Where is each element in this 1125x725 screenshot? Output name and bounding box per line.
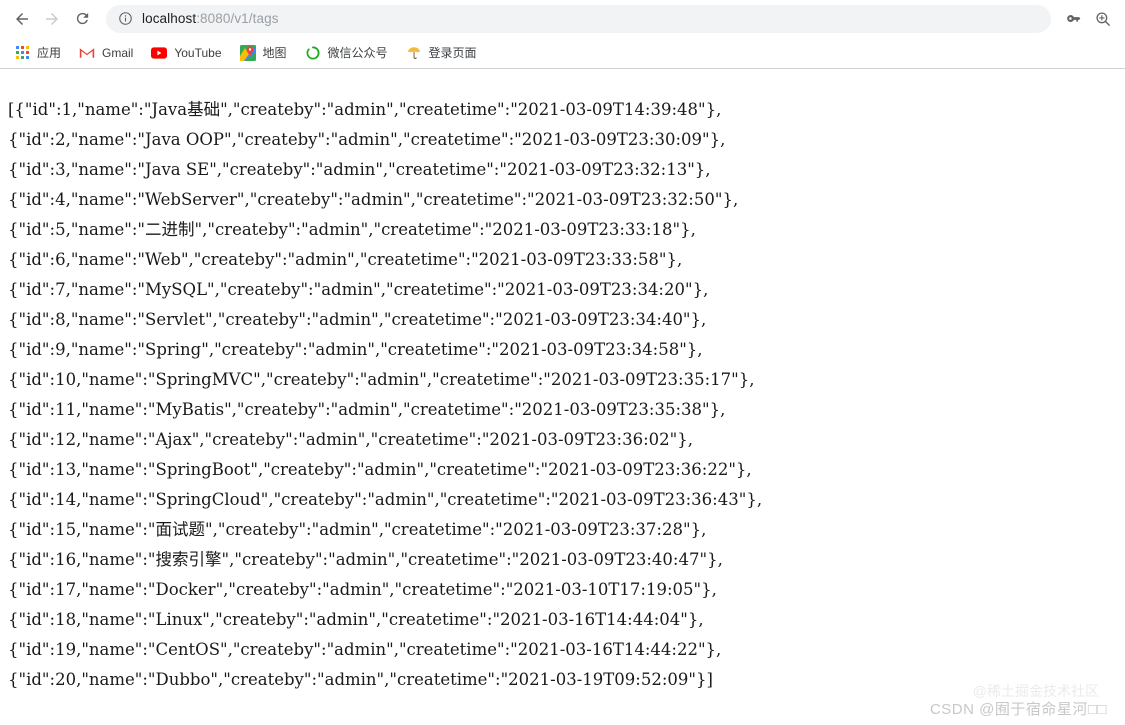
json-line: {"id":12,"name":"Ajax","createby":"admin… [8,430,693,449]
json-line: {"id":7,"name":"MySQL","createby":"admin… [8,280,709,299]
bookmark-login-page[interactable]: 登录页面 [398,41,485,65]
json-line: {"id":3,"name":"Java SE","createby":"adm… [8,160,711,179]
json-line: {"id":15,"name":"面试题","createby":"admin"… [8,520,707,539]
browser-chrome: localhost:8080/v1/tags 应用 Gmail YouTube … [0,0,1125,69]
json-line: {"id":8,"name":"Servlet","createby":"adm… [8,310,707,329]
zoom-in-icon[interactable] [1089,5,1117,33]
password-key-icon[interactable] [1059,5,1087,33]
bookmark-label: 地图 [262,46,287,60]
gmail-icon [79,45,95,61]
json-line: {"id":14,"name":"SpringCloud","createby"… [8,490,763,509]
apps-grid-icon [14,45,30,61]
json-line: {"id":13,"name":"SpringBoot","createby":… [8,460,752,479]
json-line: [{"id":1,"name":"Java基础","createby":"adm… [8,100,722,119]
url-path: :8080/v1/tags [196,11,279,26]
watermark-csdn: CSDN @囿于宿命星河□□ [929,701,1107,718]
address-bar-url[interactable]: localhost:8080/v1/tags [142,11,279,26]
bookmark-maps[interactable]: 地图 [232,41,295,65]
youtube-icon [151,45,168,61]
json-line: {"id":16,"name":"搜索引擎","createby":"admin… [8,550,723,569]
json-line: {"id":18,"name":"Linux","createby":"admi… [8,610,704,629]
bookmark-apps[interactable]: 应用 [6,41,69,65]
json-line: {"id":2,"name":"Java OOP","createby":"ad… [8,130,726,149]
bookmark-label: 登录页面 [428,46,477,60]
forward-button[interactable] [38,5,66,33]
bookmark-label: 应用 [37,46,62,60]
bookmark-label: Gmail [102,45,134,60]
json-line: {"id":4,"name":"WebServer","createby":"a… [8,190,739,209]
wechat-refresh-icon [305,45,321,61]
bookmarks-bar: 应用 Gmail YouTube 地图 微信公众号 登录页面 [0,37,1125,68]
json-line: {"id":9,"name":"Spring","createby":"admi… [8,340,703,359]
json-response-text: [{"id":1,"name":"Java基础","createby":"adm… [8,95,1125,695]
reload-button[interactable] [68,5,96,33]
address-bar[interactable]: localhost:8080/v1/tags [106,4,1051,33]
info-circle-icon[interactable] [118,11,133,26]
umbrella-icon [406,45,422,61]
bookmark-label: 微信公众号 [327,46,388,60]
json-line: {"id":17,"name":"Docker","createby":"adm… [8,580,717,599]
bookmark-gmail[interactable]: Gmail [71,41,141,65]
json-line: {"id":19,"name":"CentOS","createby":"adm… [8,640,722,659]
json-line: {"id":6,"name":"Web","createby":"admin",… [8,250,683,269]
bookmark-label: YouTube [174,45,222,60]
json-line: {"id":11,"name":"MyBatis","createby":"ad… [8,400,726,419]
google-maps-icon [239,44,256,61]
bookmark-wechat-mp[interactable]: 微信公众号 [297,41,396,65]
url-host: localhost [142,11,197,26]
browser-toolbar: localhost:8080/v1/tags [0,0,1125,37]
bookmark-youtube[interactable]: YouTube [143,41,229,65]
json-line: {"id":10,"name":"SpringMVC","createby":"… [8,370,755,389]
page-content-area: [{"id":1,"name":"Java基础","createby":"adm… [0,69,1125,725]
json-line: {"id":20,"name":"Dubbo","createby":"admi… [8,670,713,689]
back-button[interactable] [8,5,36,33]
json-line: {"id":5,"name":"二进制","createby":"admin",… [8,220,696,239]
